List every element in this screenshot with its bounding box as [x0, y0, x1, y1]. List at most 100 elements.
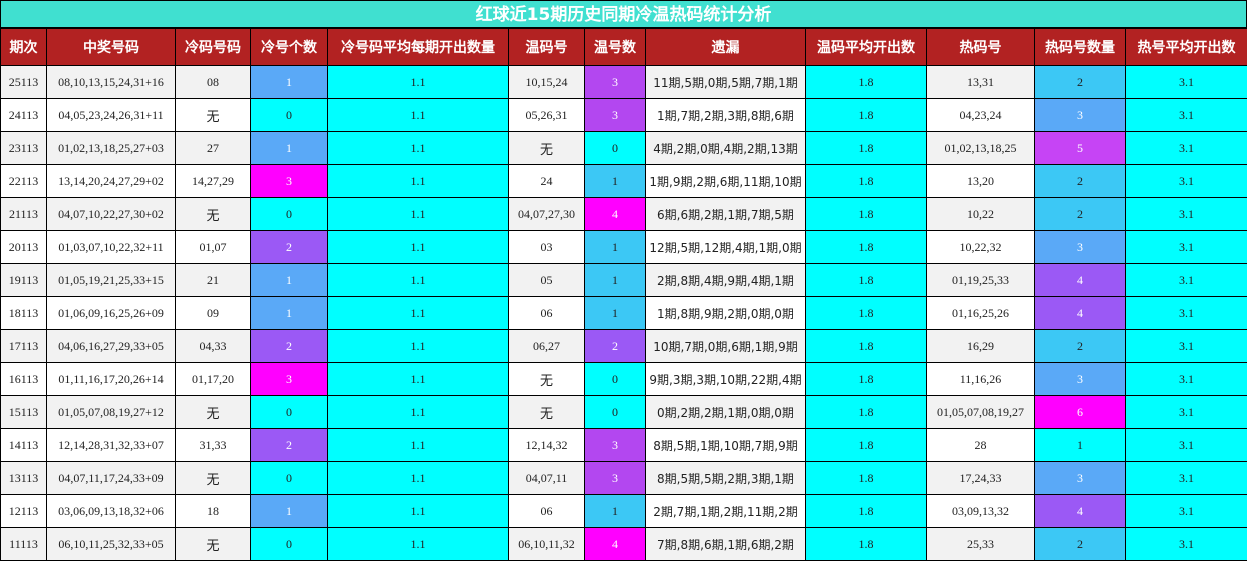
cell-period: 11113 [0, 527, 47, 561]
cell-numbers: 01,05,19,21,25,33+15 [46, 263, 176, 297]
cell-warm: 06 [508, 296, 585, 330]
cell-hot: 01,02,13,18,25 [926, 131, 1035, 165]
cell-warm-count: 1 [584, 230, 646, 264]
header-hot: 热码号 [926, 28, 1035, 66]
cell-cold: 08 [175, 65, 251, 99]
cell-numbers: 01,11,16,17,20,26+14 [46, 362, 176, 396]
cell-numbers: 04,06,16,27,29,33+05 [46, 329, 176, 363]
cell-warm: 06,27 [508, 329, 585, 363]
cell-cold-count: 0 [250, 395, 328, 429]
cell-warm-avg: 1.8 [805, 197, 927, 231]
table-row: 20113 01,03,07,10,22,32+11 01,07 2 1.1 03 1 12期… [0, 230, 1247, 264]
cell-cold-count: 0 [250, 197, 328, 231]
cell-warm-avg: 1.8 [805, 362, 927, 396]
cell-cold-avg: 1.1 [327, 296, 509, 330]
cell-warm-avg: 1.8 [805, 131, 927, 165]
cell-hot-count: 2 [1034, 164, 1126, 198]
cell-hot-count: 2 [1034, 527, 1126, 561]
cell-miss: 1期,9期,2期,6期,11期,10期 [645, 164, 806, 198]
header-warm-avg: 温码平均开出数 [805, 28, 927, 66]
cell-cold-count: 0 [250, 527, 328, 561]
cell-miss: 8期,5期,5期,2期,3期,1期 [645, 461, 806, 495]
cell-warm-count: 0 [584, 131, 646, 165]
cell-warm-count: 0 [584, 395, 646, 429]
cell-numbers: 04,07,11,17,24,33+09 [46, 461, 176, 495]
table-row: 17113 04,06,16,27,29,33+05 04,33 2 1.1 06,27 2… [0, 329, 1247, 363]
cell-numbers: 03,06,09,13,18,32+06 [46, 494, 176, 528]
cell-warm: 无 [508, 131, 585, 165]
cell-miss: 6期,6期,2期,1期,7期,5期 [645, 197, 806, 231]
cell-hot: 01,05,07,08,19,27 [926, 395, 1035, 429]
cell-cold: 无 [175, 197, 251, 231]
cell-miss: 9期,3期,3期,10期,22期,4期 [645, 362, 806, 396]
stats-table: 期次 中奖号码 冷码号码 冷号个数 冷号码平均每期开出数量 温码号 温号数 遗漏… [0, 28, 1247, 561]
cell-hot-count: 2 [1034, 197, 1126, 231]
table-row: 15113 01,05,07,08,19,27+12 无 0 1.1 无 0 0期,2期,2期… [0, 395, 1247, 429]
cell-cold: 04,33 [175, 329, 251, 363]
table-row: 22113 13,14,20,24,27,29+02 14,27,29 3 1.1 24 1… [0, 164, 1247, 198]
cell-miss: 10期,7期,0期,6期,1期,9期 [645, 329, 806, 363]
cell-cold-avg: 1.1 [327, 395, 509, 429]
table-row: 14113 12,14,28,31,32,33+07 31,33 2 1.1 12,14,… [0, 428, 1247, 462]
header-warm-count: 温号数 [584, 28, 646, 66]
cell-period: 22113 [0, 164, 47, 198]
cell-cold-avg: 1.1 [327, 65, 509, 99]
cell-warm-avg: 1.8 [805, 461, 927, 495]
cell-warm-count: 3 [584, 461, 646, 495]
cell-warm: 03 [508, 230, 585, 264]
header-numbers: 中奖号码 [46, 28, 176, 66]
cell-period: 14113 [0, 428, 47, 462]
cell-warm-count: 2 [584, 329, 646, 363]
cell-miss: 2期,8期,4期,9期,4期,1期 [645, 263, 806, 297]
cell-cold-count: 3 [250, 164, 328, 198]
cell-cold: 18 [175, 494, 251, 528]
cell-cold-avg: 1.1 [327, 329, 509, 363]
cell-cold: 09 [175, 296, 251, 330]
table-row: 23113 01,02,13,18,25,27+03 27 1 1.1 无 0 4期,2期,0… [0, 131, 1247, 165]
table-row: 11113 06,10,11,25,32,33+05 无 0 1.1 06,10,11,3… [0, 527, 1247, 561]
cell-warm: 12,14,32 [508, 428, 585, 462]
cell-hot-count: 5 [1034, 131, 1126, 165]
cell-hot-avg: 3.1 [1125, 263, 1247, 297]
cell-warm-count: 1 [584, 263, 646, 297]
cell-period: 25113 [0, 65, 47, 99]
cell-warm-avg: 1.8 [805, 527, 927, 561]
cell-numbers: 01,05,07,08,19,27+12 [46, 395, 176, 429]
cell-warm: 无 [508, 362, 585, 396]
cell-cold-avg: 1.1 [327, 362, 509, 396]
cell-hot-avg: 3.1 [1125, 65, 1247, 99]
cell-miss: 8期,5期,1期,10期,7期,9期 [645, 428, 806, 462]
cell-numbers: 12,14,28,31,32,33+07 [46, 428, 176, 462]
cell-cold: 01,17,20 [175, 362, 251, 396]
cell-cold: 21 [175, 263, 251, 297]
cell-cold-count: 2 [250, 230, 328, 264]
cell-numbers: 08,10,13,15,24,31+16 [46, 65, 176, 99]
cell-warm-avg: 1.8 [805, 494, 927, 528]
cell-warm: 05,26,31 [508, 98, 585, 132]
cell-hot: 13,20 [926, 164, 1035, 198]
cell-cold-count: 2 [250, 428, 328, 462]
cell-warm: 24 [508, 164, 585, 198]
cell-cold-avg: 1.1 [327, 197, 509, 231]
cell-period: 13113 [0, 461, 47, 495]
cell-warm-avg: 1.8 [805, 329, 927, 363]
cell-cold: 无 [175, 527, 251, 561]
cell-period: 12113 [0, 494, 47, 528]
header-miss: 遗漏 [645, 28, 806, 66]
stats-frame: 红球近15期历史同期冷温热码统计分析 期次 中奖号码 冷码号码 冷号个数 冷号码… [0, 0, 1247, 561]
cell-miss: 7期,8期,6期,1期,6期,2期 [645, 527, 806, 561]
cell-hot-count: 4 [1034, 263, 1126, 297]
cell-hot: 01,16,25,26 [926, 296, 1035, 330]
cell-warm-count: 0 [584, 362, 646, 396]
cell-warm-count: 1 [584, 164, 646, 198]
cell-miss: 4期,2期,0期,4期,2期,13期 [645, 131, 806, 165]
cell-warm: 05 [508, 263, 585, 297]
cell-cold-avg: 1.1 [327, 131, 509, 165]
cell-period: 19113 [0, 263, 47, 297]
cell-hot-count: 3 [1034, 98, 1126, 132]
cell-miss: 1期,7期,2期,3期,8期,6期 [645, 98, 806, 132]
cell-hot-count: 2 [1034, 329, 1126, 363]
cell-period: 24113 [0, 98, 47, 132]
cell-hot-count: 3 [1034, 230, 1126, 264]
table-row: 16113 01,11,16,17,20,26+14 01,17,20 3 1.1 无 0 9… [0, 362, 1247, 396]
